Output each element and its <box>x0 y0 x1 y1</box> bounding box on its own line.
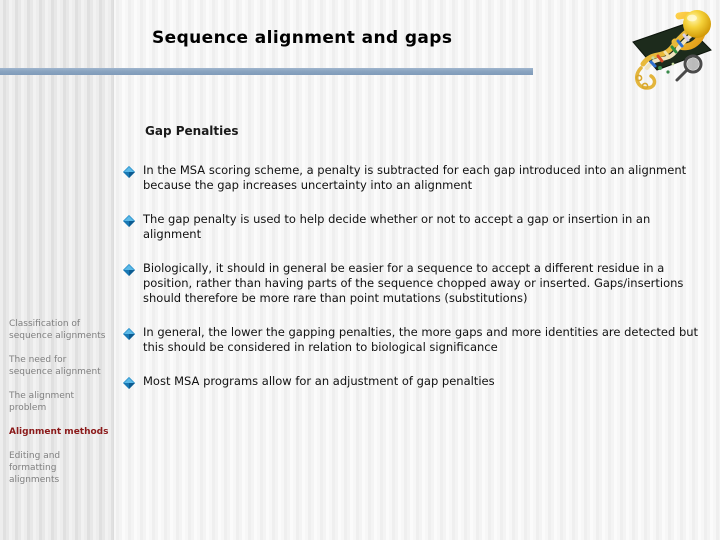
dna-helix-clipart <box>627 2 717 94</box>
slide-canvas: Sequence alignment and gaps Gap Penaltie… <box>0 0 720 540</box>
sidebar-navigation: Classification of sequence alignments Th… <box>9 318 109 498</box>
list-item-text: In general, the lower the gapping penalt… <box>143 325 699 354</box>
blue-diamond-bullet-icon <box>122 214 136 228</box>
section-heading: Gap Penalties <box>145 124 239 138</box>
slide-title: Sequence alignment and gaps <box>152 28 453 48</box>
blue-diamond-bullet-icon <box>122 376 136 390</box>
sidebar-item-alignment-problem[interactable]: The alignment problem <box>9 390 109 414</box>
blue-diamond-bullet-icon <box>122 165 136 179</box>
sidebar-item-editing-formatting[interactable]: Editing and formatting alignments <box>9 450 109 486</box>
sidebar-item-classification[interactable]: Classification of sequence alignments <box>9 318 109 342</box>
list-item: Biologically, it should in general be ea… <box>122 261 702 306</box>
list-item: In the MSA scoring scheme, a penalty is … <box>122 163 702 193</box>
list-item-text: Biologically, it should in general be ea… <box>143 261 684 305</box>
blue-diamond-bullet-icon <box>122 263 136 277</box>
bullet-list: In the MSA scoring scheme, a penalty is … <box>122 163 702 409</box>
sidebar-item-alignment-methods[interactable]: Alignment methods <box>9 426 109 438</box>
list-item-text: The gap penalty is used to help decide w… <box>143 212 651 241</box>
list-item: Most MSA programs allow for an adjustmen… <box>122 374 702 390</box>
list-item: The gap penalty is used to help decide w… <box>122 212 702 242</box>
list-item: In general, the lower the gapping penalt… <box>122 325 702 355</box>
sidebar-divider <box>113 0 114 540</box>
list-item-text: In the MSA scoring scheme, a penalty is … <box>143 163 687 192</box>
title-underline-bar <box>0 68 533 75</box>
sidebar-item-need-for-alignment[interactable]: The need for sequence alignment <box>9 354 109 378</box>
list-item-text: Most MSA programs allow for an adjustmen… <box>143 374 495 388</box>
blue-diamond-bullet-icon <box>122 327 136 341</box>
